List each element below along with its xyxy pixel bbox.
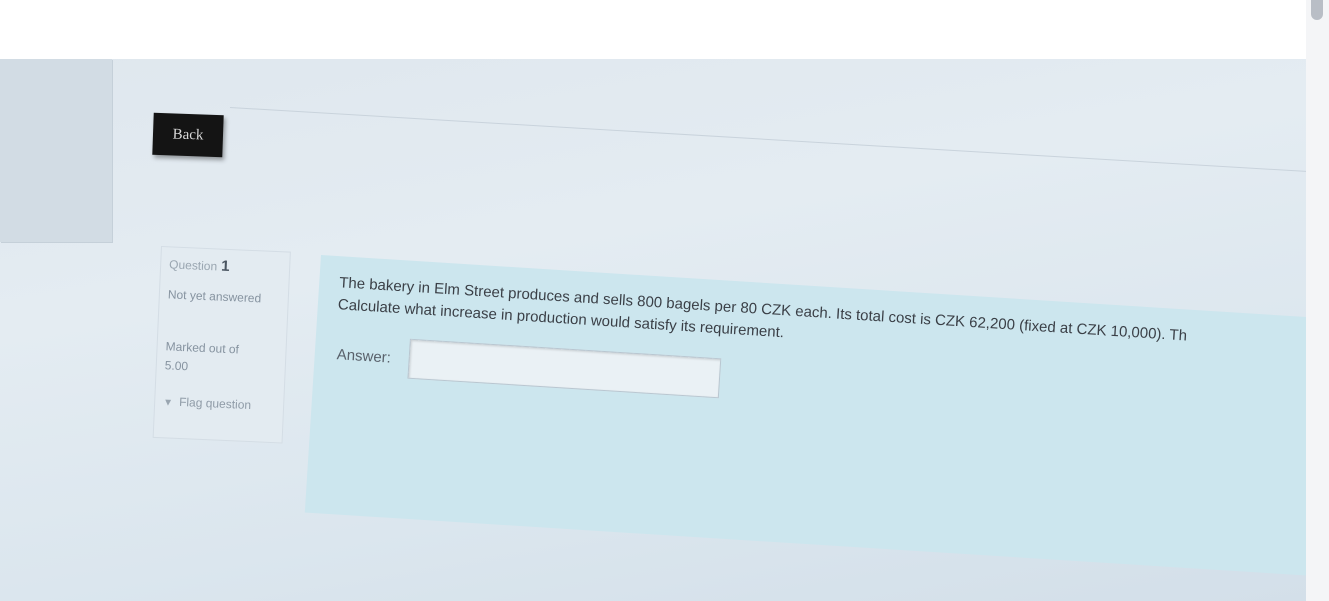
quiz-page: Back Question 1 Not yet answered Marked o… [0, 59, 1306, 601]
question-label: Question [168, 257, 218, 274]
left-side-panel [0, 59, 112, 242]
question-info-panel: Question 1 Not yet answered Marked out of… [152, 246, 291, 444]
question-number-value: 1 [220, 257, 230, 276]
back-button[interactable]: Back [152, 112, 224, 158]
flag-question-link[interactable]: ▼ Flag question [163, 394, 251, 412]
question-number: Question 1 [169, 255, 230, 275]
flag-icon: ▼ [162, 397, 174, 409]
scrollbar-thumb[interactable] [1311, 0, 1323, 20]
answer-input[interactable] [407, 338, 722, 399]
question-content: The bakery in Elm Street produces and se… [304, 255, 1306, 576]
divider [229, 107, 1306, 173]
answer-label: Answer: [336, 346, 392, 367]
question-state: Not yet answered [167, 287, 262, 306]
browser-viewport: Back Question 1 Not yet answered Marked o… [0, 0, 1329, 601]
flag-question-label: Flag question [178, 394, 252, 413]
question-marks: Marked out of 5.00 [164, 339, 240, 374]
page-scrollbar[interactable] [1306, 0, 1329, 601]
